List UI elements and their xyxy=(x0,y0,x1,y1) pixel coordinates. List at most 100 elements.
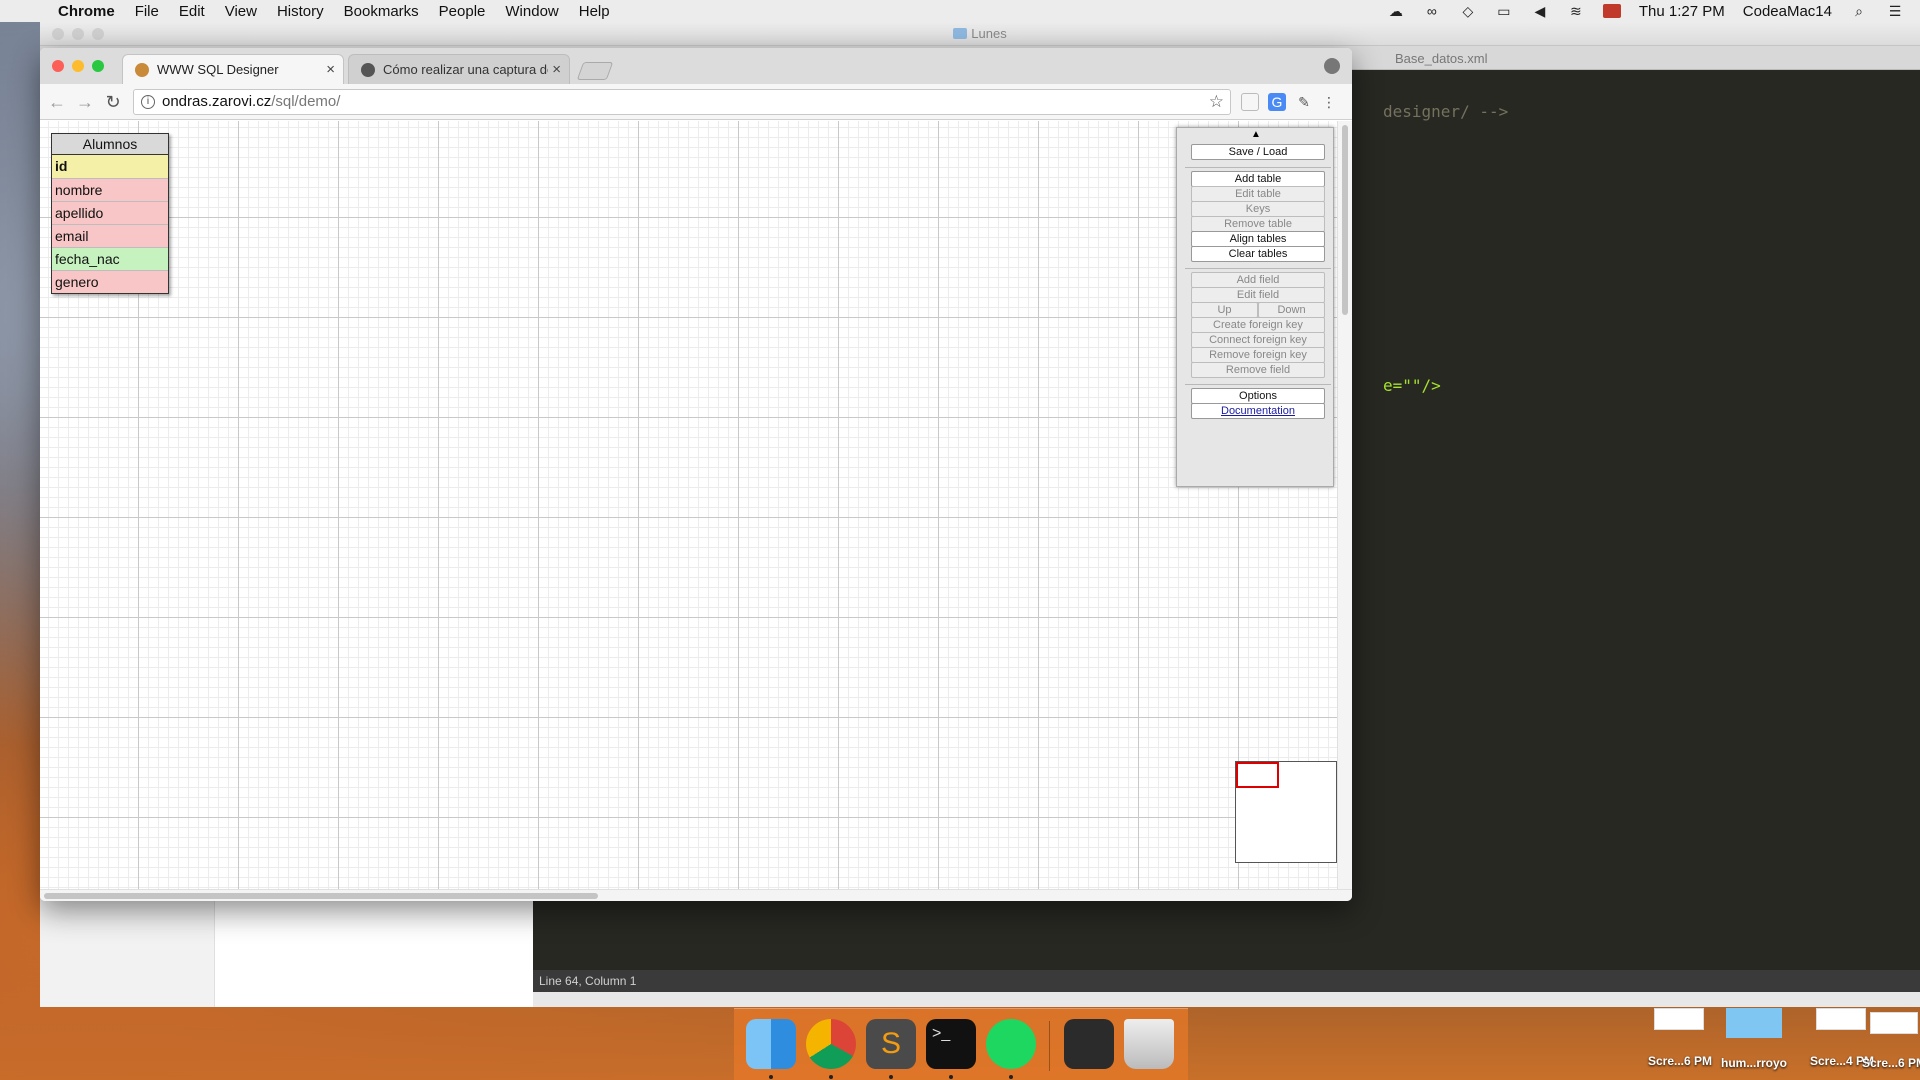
horizontal-scrollbar[interactable] xyxy=(40,889,1352,901)
sql-field-row[interactable]: id xyxy=(52,155,168,178)
finder-icon[interactable] xyxy=(746,1019,796,1069)
separator xyxy=(1185,268,1331,269)
sql-table-alumnos[interactable]: Alumnos id nombre apellido email fecha_nac ge… xyxy=(51,133,169,294)
glasses-icon[interactable]: ∞ xyxy=(1423,4,1441,18)
desktop-folder[interactable]: hum...rroyo xyxy=(1712,1056,1796,1070)
url-path: /sql/demo/ xyxy=(271,93,341,110)
sql-field-row[interactable]: nombre xyxy=(52,178,168,201)
sql-field-row[interactable]: apellido xyxy=(52,201,168,224)
add-table-button[interactable]: Add table xyxy=(1191,171,1325,187)
tab-label: Cómo realizar una captura de xyxy=(383,62,555,77)
clear-tables-button[interactable]: Clear tables xyxy=(1191,246,1325,262)
status-menus: ☁ ∞ ◇ ▭ ◀ ≋ Thu 1:27 PM CodeaMac14 ⌕ ☰ xyxy=(1387,0,1904,22)
screenshot-thumbnail-icon[interactable] xyxy=(1816,1008,1866,1030)
menu-file[interactable]: File xyxy=(135,3,159,20)
translate-icon[interactable]: G xyxy=(1268,93,1286,111)
keys-button[interactable]: Keys xyxy=(1191,201,1325,217)
terminal-icon[interactable]: >_ xyxy=(926,1019,976,1069)
site-info-icon[interactable]: i xyxy=(141,95,155,109)
create-foreign-key-button[interactable]: Create foreign key xyxy=(1191,317,1325,333)
remove-field-button[interactable]: Remove field xyxy=(1191,362,1325,378)
editor-close-button[interactable] xyxy=(52,28,64,40)
minimap-viewport[interactable] xyxy=(1236,762,1279,788)
zoom-window-button[interactable] xyxy=(92,60,104,72)
menu-view[interactable]: View xyxy=(225,3,257,20)
menu-help[interactable]: Help xyxy=(579,3,610,20)
running-indicator xyxy=(1009,1075,1013,1079)
designer-canvas[interactable]: Alumnos id nombre apellido email fecha_nac ge… xyxy=(40,121,1337,889)
folder-icon[interactable] xyxy=(1726,1008,1782,1038)
sql-field-row[interactable]: email xyxy=(52,224,168,247)
airplay-icon[interactable]: ▭ xyxy=(1495,4,1513,18)
collapse-arrow-icon[interactable]: ▲ xyxy=(1251,129,1261,140)
spotlight-search-icon[interactable]: ⌕ xyxy=(1850,4,1868,18)
address-bar[interactable]: i ondras.zarovi.cz/sql/demo/ ☆ xyxy=(133,89,1231,115)
edit-table-button[interactable]: Edit table xyxy=(1191,186,1325,202)
chrome-menu-icon[interactable]: ⋮ xyxy=(1320,93,1338,111)
sql-table-title[interactable]: Alumnos xyxy=(52,134,168,155)
eyedropper-icon[interactable]: ✎ xyxy=(1295,93,1313,111)
menu-app-name[interactable]: Chrome xyxy=(58,3,115,20)
move-down-button[interactable]: Down xyxy=(1258,302,1325,318)
remove-table-button[interactable]: Remove table xyxy=(1191,216,1325,232)
extension-icon[interactable] xyxy=(1241,93,1259,111)
running-indicator xyxy=(889,1075,893,1079)
new-tab-button[interactable] xyxy=(576,62,614,80)
connect-foreign-key-button[interactable]: Connect foreign key xyxy=(1191,332,1325,348)
documentation-link[interactable]: Documentation xyxy=(1191,403,1325,419)
chrome-icon[interactable] xyxy=(806,1019,856,1069)
editor-minimize-button[interactable] xyxy=(72,28,84,40)
screenshot-thumbnail-icon[interactable] xyxy=(1870,1012,1918,1034)
dropbox-icon[interactable]: ◇ xyxy=(1459,4,1477,18)
forward-arrow-icon[interactable]: → xyxy=(74,91,96,113)
add-field-button[interactable]: Add field xyxy=(1191,272,1325,288)
spotify-icon[interactable] xyxy=(986,1019,1036,1069)
canvas-minimap[interactable] xyxy=(1235,761,1337,863)
close-tab-icon[interactable]: × xyxy=(326,55,335,85)
editor-window-title: Lunes xyxy=(971,26,1007,41)
menu-bookmarks[interactable]: Bookmarks xyxy=(344,3,419,20)
editor-tab[interactable]: Base_datos.xml xyxy=(1395,51,1488,66)
sql-field-row[interactable]: fecha_nac xyxy=(52,247,168,270)
edit-field-button[interactable]: Edit field xyxy=(1191,287,1325,303)
bookmark-star-icon[interactable]: ☆ xyxy=(1209,90,1224,114)
reload-icon[interactable]: ↻ xyxy=(102,91,124,113)
desktop-file[interactable]: Scre...6 PM xyxy=(1862,1056,1920,1070)
minimize-window-button[interactable] xyxy=(72,60,84,72)
close-window-button[interactable] xyxy=(52,60,64,72)
menu-history[interactable]: History xyxy=(277,3,324,20)
screen-recording-icon[interactable] xyxy=(1064,1019,1114,1069)
apple-menu-icon[interactable] xyxy=(20,2,36,20)
move-up-button[interactable]: Up xyxy=(1191,302,1258,318)
options-button[interactable]: Options xyxy=(1191,388,1325,404)
tab-captura[interactable]: Cómo realizar una captura de × xyxy=(348,54,570,84)
user-name[interactable]: CodeaMac14 xyxy=(1743,3,1832,20)
screenshot-thumbnail-icon[interactable] xyxy=(1654,1008,1704,1030)
remove-foreign-key-button[interactable]: Remove foreign key xyxy=(1191,347,1325,363)
vertical-scrollbar[interactable] xyxy=(1337,121,1352,889)
back-arrow-icon[interactable]: ← xyxy=(46,91,68,113)
horizontal-scroll-thumb[interactable] xyxy=(44,893,598,899)
sql-field-row[interactable]: genero xyxy=(52,270,168,293)
align-tables-button[interactable]: Align tables xyxy=(1191,231,1325,247)
menu-people[interactable]: People xyxy=(439,3,486,20)
close-tab-icon[interactable]: × xyxy=(548,55,561,84)
save-load-button[interactable]: Save / Load xyxy=(1191,144,1325,160)
flag-icon[interactable] xyxy=(1602,4,1621,18)
trash-icon[interactable] xyxy=(1124,1019,1174,1069)
code-token: e=""/> xyxy=(1383,376,1441,395)
sql-table-fields: id nombre apellido email fecha_nac genero xyxy=(52,155,168,293)
cloud-icon[interactable]: ☁ xyxy=(1387,4,1405,18)
editor-zoom-button[interactable] xyxy=(92,28,104,40)
tab-sql-designer[interactable]: WWW SQL Designer × xyxy=(122,54,344,84)
vertical-scroll-thumb[interactable] xyxy=(1342,125,1348,315)
profile-icon[interactable] xyxy=(1324,58,1340,74)
volume-icon[interactable]: ◀ xyxy=(1531,4,1549,18)
menu-edit[interactable]: Edit xyxy=(179,3,205,20)
clock[interactable]: Thu 1:27 PM xyxy=(1639,3,1725,20)
notification-center-icon[interactable]: ☰ xyxy=(1886,4,1904,18)
desktop-file[interactable]: Scre...6 PM xyxy=(1638,1054,1722,1068)
wifi-icon[interactable]: ≋ xyxy=(1567,4,1585,18)
menu-window[interactable]: Window xyxy=(505,3,558,20)
sublime-text-icon[interactable]: S xyxy=(866,1019,916,1069)
